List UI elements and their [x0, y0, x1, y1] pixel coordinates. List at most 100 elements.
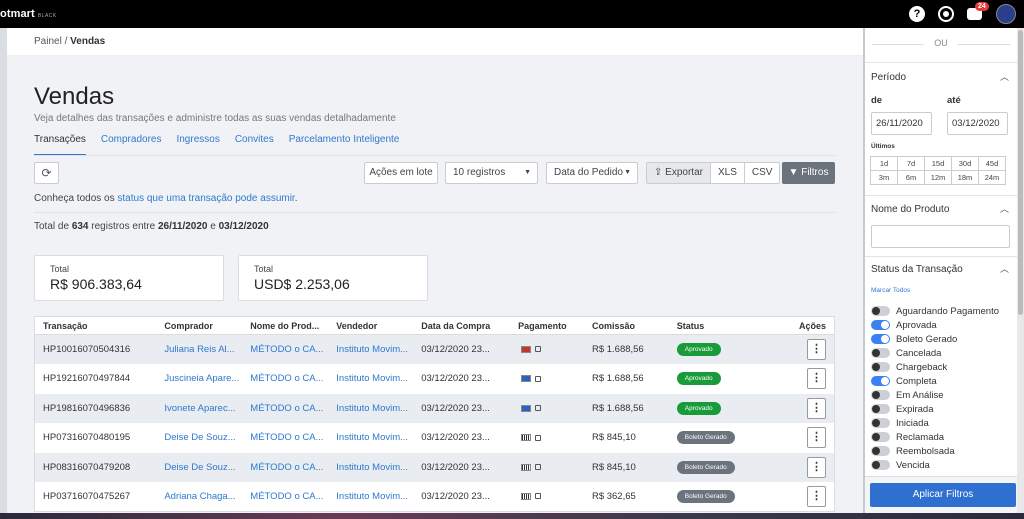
csv-button[interactable]: CSV [744, 163, 780, 183]
cell-seller[interactable]: Instituto Movim... [328, 364, 413, 394]
col-transacao[interactable]: Transação [34, 316, 157, 335]
brand-logo[interactable]: otmart BLACK [0, 8, 57, 20]
table-row[interactable]: HP08316070479208 Deise De Souz... MÉTODO o… [34, 452, 835, 482]
cell-transaction[interactable]: HP19816070496836 [34, 393, 157, 423]
range-6m[interactable]: 6m [897, 170, 925, 185]
status-option[interactable]: Aprovada [871, 318, 999, 332]
range-1d[interactable]: 1d [870, 156, 898, 171]
tab-ingressos[interactable]: Ingressos [176, 134, 219, 156]
range-45d[interactable]: 45d [978, 156, 1006, 171]
cell-buyer[interactable]: Deise De Souz... [156, 423, 242, 453]
cell-product[interactable]: MÉTODO o CA... [242, 452, 329, 482]
toggle-switch[interactable] [871, 306, 890, 316]
range-3m[interactable]: 3m [870, 170, 898, 185]
breadcrumb-root[interactable]: Painel [34, 36, 62, 47]
xls-button[interactable]: XLS [710, 163, 745, 183]
filters-button[interactable]: ▼ Filtros [782, 162, 835, 184]
cell-seller[interactable]: Instituto Movim... [328, 482, 413, 512]
toggle-switch[interactable] [871, 334, 890, 344]
mark-all-link[interactable]: Marcar Todos [871, 287, 910, 294]
cell-product[interactable]: MÉTODO o CA... [242, 334, 329, 364]
tab-parcelamento[interactable]: Parcelamento Inteligente [289, 134, 400, 156]
toggle-switch[interactable] [871, 320, 890, 330]
status-option[interactable]: Reclamada [871, 430, 999, 444]
toggle-switch[interactable] [871, 460, 890, 470]
chevron-up-icon[interactable]: ︿ [1000, 262, 1009, 275]
more-options-icon[interactable]: ⋮ [807, 456, 826, 478]
col-data[interactable]: Data da Compra [413, 316, 511, 335]
more-options-icon[interactable]: ⋮ [807, 339, 826, 360]
cell-transaction[interactable]: HP08316070479208 [34, 452, 157, 482]
refresh-button[interactable]: ⟳ [34, 162, 59, 184]
col-vendedor[interactable]: Vendedor [328, 316, 414, 335]
apply-filters-button[interactable]: Aplicar Filtros [870, 483, 1016, 507]
range-24m[interactable]: 24m [978, 170, 1006, 185]
cell-buyer[interactable]: Juliana Reis Al... [156, 334, 243, 364]
range-12m[interactable]: 12m [924, 170, 952, 185]
records-select[interactable]: 10 registros ▼ [445, 162, 538, 184]
to-date-input[interactable]: 03/12/2020 [947, 112, 1008, 135]
col-status[interactable]: Status [668, 316, 787, 335]
table-row[interactable]: HP10016070504316 Juliana Reis Al... MÉTODO… [34, 334, 835, 364]
toggle-switch[interactable] [871, 348, 890, 358]
cell-transaction[interactable]: HP10016070504316 [34, 334, 157, 364]
cell-product[interactable]: MÉTODO o CA... [242, 393, 329, 423]
status-option[interactable]: Em Análise [871, 388, 999, 402]
status-option[interactable]: Aguardando Pagamento [871, 304, 999, 318]
product-name-input[interactable] [871, 225, 1010, 248]
tab-convites[interactable]: Convites [235, 134, 274, 156]
cell-buyer[interactable]: Adriana Chaga... [156, 482, 242, 512]
col-comissao[interactable]: Comissão [583, 316, 669, 335]
export-button[interactable]: ⇪ Exportar [647, 163, 711, 183]
cell-transaction[interactable]: HP07316070480195 [35, 423, 157, 453]
tab-transacoes[interactable]: Transações [34, 134, 86, 156]
cell-seller[interactable]: Instituto Movim... [328, 393, 414, 423]
status-info-link[interactable]: status que uma transação pode assumir [117, 193, 294, 204]
range-7d[interactable]: 7d [897, 156, 925, 171]
status-option[interactable]: Completa [871, 374, 999, 388]
toggle-switch[interactable] [871, 432, 890, 442]
status-option[interactable]: Boleto Gerado [871, 332, 999, 346]
chevron-up-icon[interactable]: ︿ [1000, 202, 1009, 215]
more-options-icon[interactable]: ⋮ [807, 427, 826, 449]
table-row[interactable]: HP19216070497844 Juscineia Apare... MÉTODO… [35, 364, 835, 394]
cell-seller[interactable]: Instituto Movim... [328, 423, 413, 453]
cell-product[interactable]: MÉTODO o CA... [242, 482, 328, 512]
status-option[interactable]: Reembolsada [871, 444, 999, 458]
toggle-switch[interactable] [871, 376, 890, 386]
more-options-icon[interactable]: ⋮ [807, 368, 826, 390]
range-15d[interactable]: 15d [924, 156, 952, 171]
cell-seller[interactable]: Instituto Movim... [328, 452, 414, 482]
status-option[interactable]: Iniciada [871, 416, 999, 430]
more-options-icon[interactable]: ⋮ [807, 397, 826, 419]
table-row[interactable]: HP07316070480195 Deise De Souz... MÉTODO o… [35, 423, 835, 453]
range-30d[interactable]: 30d [951, 156, 979, 171]
table-row[interactable]: HP19816070496836 Ivonete Aparec... MÉTODO … [34, 393, 835, 423]
help-icon[interactable]: ? [909, 6, 925, 22]
cell-buyer[interactable]: Juscineia Apare... [156, 364, 242, 394]
from-date-input[interactable]: 26/11/2020 [871, 112, 932, 135]
batch-actions-button[interactable]: Ações em lote [364, 162, 438, 184]
cell-product[interactable]: MÉTODO o CA... [242, 423, 328, 453]
range-18m[interactable]: 18m [951, 170, 979, 185]
scrollbar-thumb[interactable] [1018, 30, 1023, 315]
cell-transaction[interactable]: HP03716070475267 [35, 482, 157, 512]
col-pagamento[interactable]: Pagamento [510, 316, 584, 335]
chevron-up-icon[interactable]: ︿ [1000, 70, 1009, 83]
order-date-select[interactable]: Data do Pedido ▼ [546, 162, 638, 184]
more-options-icon[interactable]: ⋮ [807, 486, 826, 507]
cell-transaction[interactable]: HP19216070497844 [35, 364, 157, 394]
users-icon[interactable] [938, 6, 954, 22]
toggle-switch[interactable] [871, 446, 890, 456]
status-option[interactable]: Chargeback [871, 360, 999, 374]
toggle-switch[interactable] [871, 362, 890, 372]
col-comprador[interactable]: Comprador [156, 316, 243, 335]
toggle-switch[interactable] [871, 418, 890, 428]
cell-buyer[interactable]: Ivonete Aparec... [156, 393, 243, 423]
cell-product[interactable]: MÉTODO o CA... [242, 364, 328, 394]
tab-compradores[interactable]: Compradores [101, 134, 162, 156]
toggle-switch[interactable] [871, 390, 890, 400]
col-produto[interactable]: Nome do Prod... [242, 316, 329, 335]
cell-seller[interactable]: Instituto Movim... [328, 334, 414, 364]
toggle-switch[interactable] [871, 404, 890, 414]
